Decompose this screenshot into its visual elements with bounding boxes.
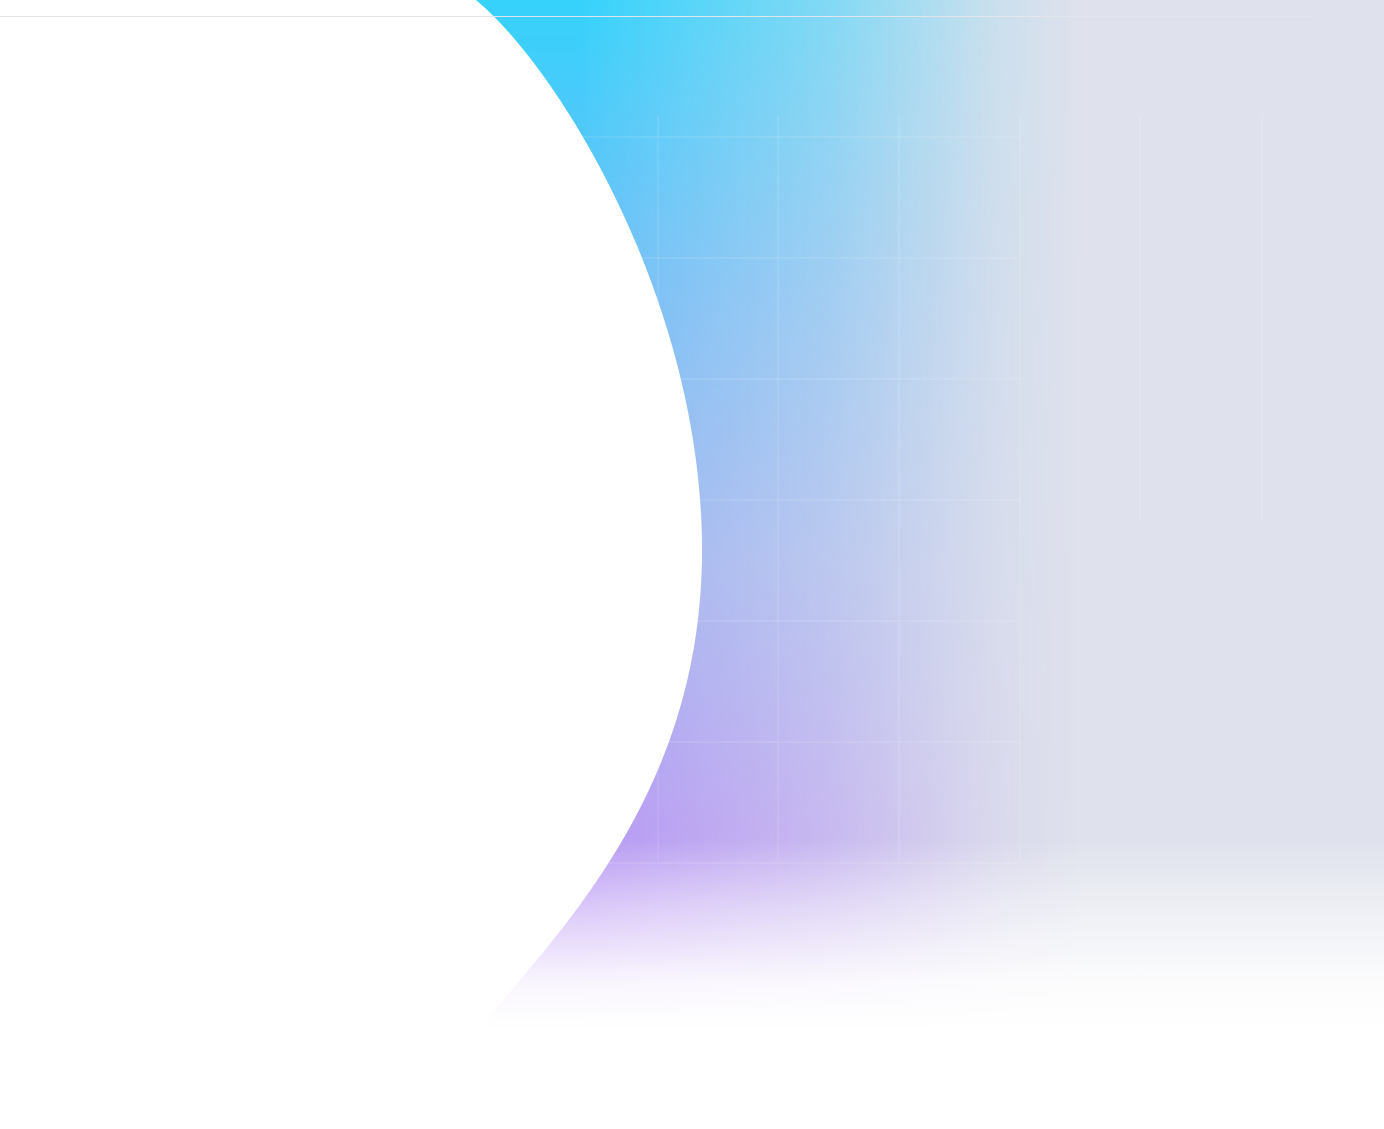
- hero-gradient-svg: [0, 0, 1384, 1129]
- top-divider: [0, 16, 1316, 17]
- hero-gradient-art: [0, 0, 1384, 1129]
- footer-blank-area: [0, 1028, 1384, 1129]
- landing-page: [0, 0, 1384, 1129]
